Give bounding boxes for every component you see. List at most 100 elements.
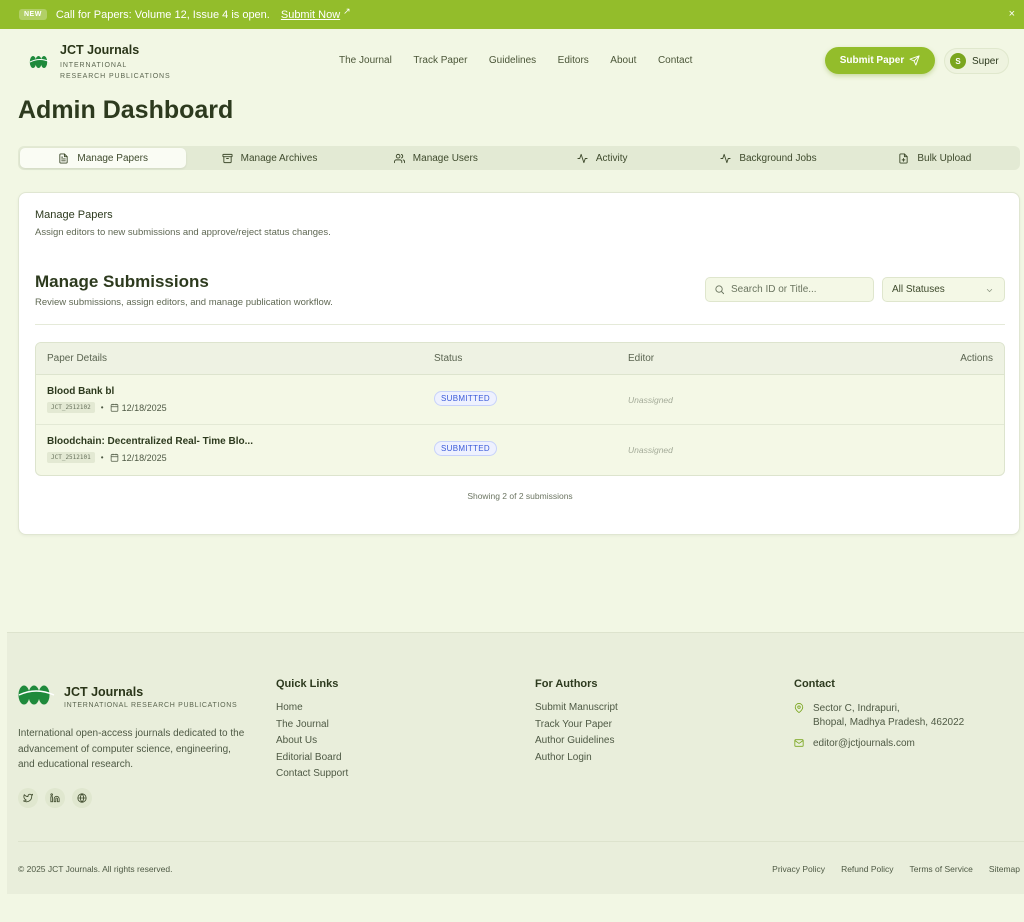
section-title: Manage Submissions [35, 272, 209, 291]
new-badge: NEW [19, 9, 47, 20]
send-icon [909, 55, 920, 66]
nav-track-paper[interactable]: Track Paper [413, 55, 467, 66]
twitter-icon[interactable] [18, 788, 38, 808]
terms-of-service-link[interactable]: Terms of Service [910, 864, 973, 874]
paper-meta: JCT_2512102 • 12/18/2025 [47, 402, 167, 413]
tab-manage-papers[interactable]: Manage Papers [20, 148, 187, 168]
footer-brand-logo[interactable]: JCT Journals INTERNATIONAL RESEARCH PUBL… [18, 685, 237, 709]
column-status: Status [434, 353, 463, 364]
tab-manage-users[interactable]: Manage Users [353, 148, 519, 168]
submit-paper-label: Submit Paper [839, 55, 905, 66]
footer-link-submit-manuscript[interactable]: Submit Manuscript [535, 702, 618, 713]
showing-count: Showing 2 of 2 submissions [467, 491, 573, 501]
tab-label: Manage Papers [77, 152, 148, 164]
refund-policy-link[interactable]: Refund Policy [841, 864, 893, 874]
dashboard-tabs: Manage Papers Manage Archives Manage Use… [18, 146, 1020, 170]
column-actions: Actions [960, 353, 993, 364]
email[interactable]: editor@jctjournals.com [794, 737, 964, 751]
mail-icon [794, 739, 804, 747]
footer-link-the-journal[interactable]: The Journal [276, 719, 348, 730]
main-nav: The Journal Track Paper Guidelines Edito… [339, 55, 714, 66]
page-title: Admin Dashboard [18, 96, 234, 124]
sitemap-link[interactable]: Sitemap [989, 864, 1020, 874]
logo-icon [18, 685, 55, 705]
activity-icon [577, 153, 588, 163]
activity-icon [720, 153, 731, 163]
avatar: S [950, 53, 966, 69]
footer: JCT Journals INTERNATIONAL RESEARCH PUBL… [7, 632, 1024, 894]
footer-link-author-login[interactable]: Author Login [535, 752, 618, 763]
for-authors-title: For Authors [535, 678, 598, 690]
copyright: © 2025 JCT Journals. All rights reserved… [18, 864, 173, 874]
tab-label: Background Jobs [739, 152, 817, 164]
submit-paper-button[interactable]: Submit Paper [825, 47, 935, 74]
column-paper-details: Paper Details [47, 353, 108, 364]
footer-about: International open-access journals dedic… [18, 728, 245, 770]
nav-about[interactable]: About [610, 55, 636, 66]
logo-icon [29, 56, 51, 68]
paper-title[interactable]: Bloodchain: Decentralized Real- Time Blo… [47, 436, 253, 447]
submit-now-link[interactable]: Submit Now [281, 9, 340, 21]
footer-link-author-guidelines[interactable]: Author Guidelines [535, 735, 618, 746]
status-filter-select[interactable]: All Statuses [882, 277, 1005, 302]
archive-icon [222, 153, 233, 163]
tab-bulk-upload[interactable]: Bulk Upload [852, 148, 1018, 168]
paper-date: 12/18/2025 [121, 402, 167, 413]
linkedin-icon[interactable] [45, 788, 65, 808]
nav-the-journal[interactable]: The Journal [339, 55, 392, 66]
calendar-icon [110, 453, 118, 462]
user-name: Super [972, 55, 999, 67]
for-authors-column: For Authors Submit Manuscript Track Your… [535, 678, 618, 768]
user-menu[interactable]: S Super [944, 48, 1009, 74]
search-icon [715, 285, 725, 295]
table-row[interactable]: Bloodchain: Decentralized Real- Time Blo… [36, 425, 1004, 475]
section-description: Review submissions, assign editors, and … [35, 297, 333, 308]
footer-link-about-us[interactable]: About Us [276, 735, 348, 746]
manage-papers-card: Manage Papers Assign editors to new subm… [18, 192, 1020, 535]
table-row[interactable]: Blood Bank bl JCT_2512102 • 12/18/2025 S… [36, 375, 1004, 425]
map-pin-icon [794, 703, 804, 713]
privacy-policy-link[interactable]: Privacy Policy [772, 864, 825, 874]
users-icon [393, 153, 405, 163]
arrow-up-right-icon: ↗ [343, 6, 351, 16]
footer-link-contact-support[interactable]: Contact Support [276, 768, 348, 779]
brand-tagline-2: RESEARCH PUBLICATIONS [60, 73, 171, 80]
calendar-icon [110, 403, 118, 412]
page: JCT Journals INTERNATIONAL RESEARCH PUBL… [7, 29, 1024, 894]
footer-brand-tagline: INTERNATIONAL RESEARCH PUBLICATIONS [64, 702, 238, 709]
nav-contact[interactable]: Contact [658, 55, 692, 66]
paper-id: JCT_2512102 [47, 402, 95, 413]
tab-manage-archives[interactable]: Manage Archives [186, 148, 352, 168]
paper-date: 12/18/2025 [121, 452, 167, 463]
footer-link-home[interactable]: Home [276, 702, 348, 713]
quick-links-title: Quick Links [276, 678, 339, 690]
tab-activity[interactable]: Activity [519, 148, 685, 168]
paper-meta: JCT_2512101 • 12/18/2025 [47, 452, 167, 463]
brand-tagline-1: INTERNATIONAL [60, 62, 128, 69]
paper-title[interactable]: Blood Bank bl [47, 386, 114, 397]
brand-name: JCT Journals [60, 43, 140, 57]
footer-divider [18, 841, 1024, 842]
nav-editors[interactable]: Editors [558, 55, 589, 66]
contact-title: Contact [794, 678, 835, 690]
divider [35, 324, 1005, 325]
submissions-table: Paper Details Status Editor Actions Bloo… [35, 342, 1005, 476]
footer-link-track-paper[interactable]: Track Your Paper [535, 719, 618, 730]
tab-label: Activity [595, 152, 628, 164]
file-text-icon [59, 152, 68, 164]
search-placeholder: Search ID or Title... [731, 284, 817, 295]
brand-logo[interactable]: JCT Journals INTERNATIONAL RESEARCH PUBL… [29, 43, 171, 82]
footer-link-editorial-board[interactable]: Editorial Board [276, 752, 348, 763]
search-input[interactable]: Search ID or Title... [705, 277, 874, 302]
close-icon[interactable]: × [1009, 8, 1015, 20]
column-editor: Editor [628, 353, 655, 364]
tab-background-jobs[interactable]: Background Jobs [685, 148, 851, 168]
nav-guidelines[interactable]: Guidelines [489, 55, 536, 66]
email-address[interactable]: editor@jctjournals.com [813, 737, 915, 751]
globe-icon[interactable] [72, 788, 92, 808]
announcement-bar: NEW Call for Papers: Volume 12, Issue 4 … [0, 0, 1024, 29]
editor-value: Unassigned [628, 395, 673, 405]
paper-id: JCT_2512101 [47, 452, 95, 463]
address: Sector C, Indrapuri, Bhopal, Madhya Prad… [794, 702, 964, 729]
file-plus-icon [899, 152, 908, 164]
